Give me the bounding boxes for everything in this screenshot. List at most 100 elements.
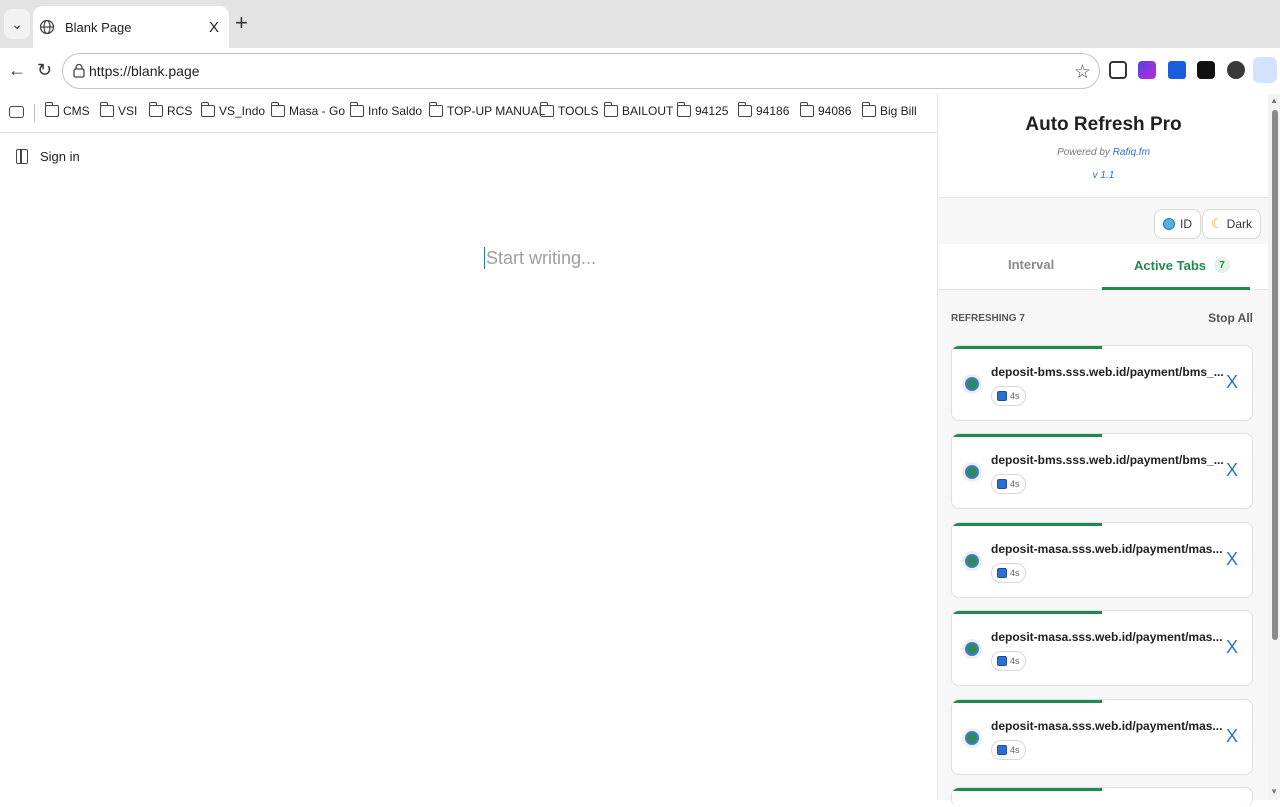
stop-tab-button[interactable]: X [1226, 372, 1238, 393]
folder-icon [200, 102, 215, 117]
card-url: deposit-masa.sss.web.id/payment/mas... [991, 719, 1223, 733]
url-text[interactable]: https://blank.page [89, 63, 200, 79]
theme-toggle-button[interactable]: ☾ Dark [1202, 209, 1261, 239]
bookmark-star-icon[interactable]: ☆ [1074, 61, 1091, 84]
reload-icon[interactable]: ↻ [37, 60, 52, 81]
stop-tab-button[interactable]: X [1226, 460, 1238, 481]
bookmarks-separator [34, 104, 35, 122]
bookmark-94186[interactable]: 94186 [737, 102, 789, 118]
card-url: deposit-masa.sss.web.id/payment/mas... [991, 542, 1223, 556]
browser-tab[interactable]: Blank Page X [33, 6, 229, 48]
stop-tab-button[interactable]: X [1226, 549, 1238, 570]
panel-header: Auto Refresh Pro Powered by Rafiq.fm v 1… [938, 94, 1269, 198]
site-favicon-icon [965, 554, 979, 568]
timer-icon [997, 391, 1007, 401]
interval-badge: 4s [991, 651, 1026, 671]
bookmark-masa-go[interactable]: Masa - Go [270, 102, 345, 118]
folder-icon [799, 102, 814, 117]
refresh-tab-card[interactable]: deposit-masa.sss.web.id/payment/mas... 4… [951, 610, 1253, 686]
tab-strip: ⌄ Blank Page X + [0, 0, 1280, 48]
folder-icon [603, 102, 618, 117]
qr-code-icon[interactable] [1109, 61, 1127, 79]
bookmarks-bar: CMS VSI RCS VS_Indo Masa - Go Info Saldo… [0, 94, 937, 132]
folder-icon [737, 102, 752, 117]
chevron-down-icon: ⌄ [11, 15, 23, 32]
folder-icon [148, 102, 163, 117]
page-content: Sign in Start writing... [0, 133, 937, 800]
tab-search-button[interactable]: ⌄ [4, 9, 30, 39]
bookmark-big-bill[interactable]: Big Bill [861, 102, 917, 118]
password-manager-icon[interactable] [1168, 61, 1186, 79]
bookmark-bailout[interactable]: BAILOUT [603, 102, 673, 118]
card-url: deposit-bms.sss.web.id/payment/bms_... [991, 453, 1224, 467]
timer-icon [997, 656, 1007, 666]
sign-in-button[interactable]: Sign in [16, 149, 80, 164]
stop-all-button[interactable]: Stop All [1208, 311, 1253, 325]
bookmark-cms[interactable]: CMS [44, 102, 90, 118]
refresh-progress-bar [952, 611, 1102, 614]
folder-icon [99, 102, 114, 117]
incognito-icon[interactable] [1227, 61, 1245, 79]
scroll-up-arrow-icon[interactable]: ▲ [1270, 96, 1278, 105]
scroll-down-arrow-icon[interactable]: ▼ [1270, 787, 1278, 796]
bookmark-tools[interactable]: TOOLS [539, 102, 598, 118]
sidebar-icon [16, 149, 28, 164]
folder-icon [44, 102, 59, 117]
folder-icon [676, 102, 691, 117]
stop-tab-button[interactable]: X [1226, 726, 1238, 747]
refresh-tab-card[interactable]: deposit-bms.sss.web.id/payment/bms_... 4… [951, 433, 1253, 509]
bookmark-vs-indo[interactable]: VS_Indo [200, 102, 265, 118]
version-label: v 1.1 [1092, 170, 1115, 181]
folder-icon [428, 102, 443, 117]
browser-toolbar: ← ↻ https://blank.page ☆ [0, 48, 1280, 94]
tab-interval[interactable]: Interval [1008, 257, 1054, 272]
active-tab-indicator [1102, 287, 1250, 290]
apps-icon[interactable] [9, 106, 24, 118]
site-favicon-icon [965, 642, 979, 656]
bookmark-94125[interactable]: 94125 [676, 102, 728, 118]
globe-icon [1163, 218, 1175, 230]
timer-icon [997, 568, 1007, 578]
refresh-progress-bar [952, 700, 1102, 703]
bookmark-top-up-manual[interactable]: TOP-UP MANUAL [428, 102, 545, 118]
site-favicon-icon [965, 377, 979, 391]
bookmark-rcs[interactable]: RCS [148, 102, 192, 118]
tab-title: Blank Page [65, 19, 132, 35]
globe-icon [39, 19, 55, 35]
refresh-tab-card[interactable]: deposit-masa.sss.web.id/payment/mas... 4… [951, 699, 1253, 775]
extension-dark-icon[interactable] [1197, 61, 1215, 79]
folder-icon [539, 102, 554, 117]
language-toggle-button[interactable]: ID [1154, 209, 1201, 239]
card-url: deposit-masa.sss.web.id/payment/mas... [991, 630, 1223, 644]
extension-icon[interactable] [1138, 61, 1156, 79]
refresh-tab-card[interactable]: deposit-bms.sss.web.id/payment/bms_... 4… [951, 345, 1253, 421]
tab-active-tabs[interactable]: Active Tabs 7 [1134, 257, 1231, 273]
sign-in-label: Sign in [40, 149, 80, 164]
writing-editor[interactable]: Start writing... [484, 247, 596, 269]
timer-icon [997, 745, 1007, 755]
moon-icon: ☾ [1211, 216, 1223, 231]
bookmark-94086[interactable]: 94086 [799, 102, 851, 118]
folder-icon [270, 102, 285, 117]
site-favicon-icon [965, 731, 979, 745]
panel-title: Auto Refresh Pro [1025, 114, 1182, 135]
scrollbar-thumb[interactable] [1272, 110, 1278, 640]
refresh-tab-card[interactable]: deposit-masa.sss.web.id/payment/mas... 4… [951, 522, 1253, 598]
panel-tabs: Interval Active Tabs 7 [938, 244, 1269, 290]
site-info-icon[interactable] [72, 63, 86, 79]
panel-scrollbar[interactable]: ▲ ▼ [1268, 94, 1280, 800]
bookmark-vsi[interactable]: VSI [99, 102, 137, 118]
bookmark-info-saldo[interactable]: Info Saldo [349, 102, 422, 118]
stop-tab-button[interactable]: X [1226, 637, 1238, 658]
address-bar[interactable]: https://blank.page ☆ [62, 53, 1100, 89]
auto-refresh-extension-icon[interactable] [1253, 57, 1277, 83]
active-tabs-count-badge: 7 [1214, 257, 1231, 273]
timer-icon [997, 479, 1007, 489]
new-tab-button[interactable]: + [235, 11, 248, 35]
tab-close-button[interactable]: X [209, 19, 219, 36]
refreshing-heading: REFRESHING 7 [951, 313, 1025, 324]
author-link[interactable]: Rafiq.fm [1113, 147, 1150, 158]
refresh-progress-bar [952, 523, 1102, 526]
refresh-tab-card[interactable] [951, 787, 1253, 807]
back-arrow-icon[interactable]: ← [8, 60, 26, 81]
